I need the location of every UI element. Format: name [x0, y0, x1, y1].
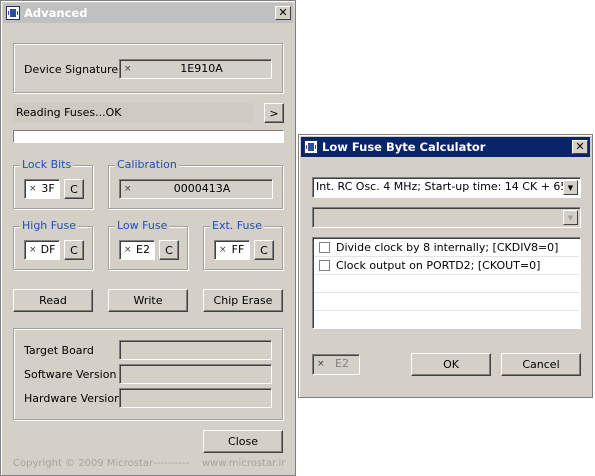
lock-bits-group: Lock Bits × 3F C: [13, 158, 93, 209]
ext-fuse-clear-button[interactable]: C: [254, 240, 274, 260]
app-icon: [304, 140, 318, 154]
footer-separator: ----------: [153, 458, 190, 469]
clock-source-select[interactable]: Int. RC Osc. 4 MHz; Start-up time: 14 CK…: [312, 177, 581, 198]
close-icon[interactable]: ✕: [572, 140, 588, 154]
go-button[interactable]: >: [264, 103, 284, 123]
checkbox-ckout[interactable]: [319, 260, 330, 271]
device-signature-label: Device Signature: [24, 63, 119, 76]
high-fuse-input[interactable]: × DF: [24, 240, 60, 260]
chip-erase-button[interactable]: Chip Erase: [203, 289, 283, 312]
list-item[interactable]: Clock output on PORTD2; [CKOUT=0]: [314, 257, 579, 275]
x-icon: ×: [124, 64, 132, 74]
options-list: Divide clock by 8 internally; [CKDIV8=0]…: [312, 237, 581, 329]
info-group: Target Board Software Version Hardware V…: [13, 328, 283, 420]
x-icon: ×: [317, 359, 325, 369]
read-button[interactable]: Read: [13, 289, 93, 312]
hardware-version-field: [119, 388, 272, 408]
calibration-label: Calibration: [115, 158, 179, 171]
x-icon: ×: [29, 184, 37, 194]
low-fuse-label: Low Fuse: [115, 219, 170, 232]
cancel-button[interactable]: Cancel: [501, 353, 581, 376]
device-signature-field: × 1E910A: [119, 59, 272, 79]
calibration-value: 0000413A: [173, 182, 231, 195]
lock-bits-value: 3F: [41, 182, 55, 195]
option-label: Divide clock by 8 internally; [CKDIV8=0]: [336, 240, 559, 254]
calibration-field: × 0000413A: [119, 179, 273, 199]
chevron-down-icon[interactable]: ▼: [563, 180, 578, 195]
result-field: × E2: [312, 354, 360, 375]
low-fuse-value: E2: [136, 243, 150, 256]
advanced-titlebar[interactable]: Advanced ✕: [3, 3, 293, 23]
low-fuse-input[interactable]: × E2: [119, 240, 155, 260]
status-text: Reading Fuses...OK: [16, 106, 122, 119]
secondary-select: ▼: [312, 207, 581, 228]
calibration-group: Calibration × 0000413A: [108, 158, 283, 209]
advanced-window: Advanced ✕ Device Signature × 1E910A Rea…: [0, 0, 296, 476]
ext-fuse-label: Ext. Fuse: [210, 219, 264, 232]
lock-bits-input[interactable]: × 3F: [24, 179, 60, 199]
checkbox-ckdiv8[interactable]: [319, 242, 330, 253]
progress-bar: [13, 130, 284, 143]
high-fuse-group: High Fuse × DF C: [13, 219, 93, 270]
high-fuse-clear-button[interactable]: C: [64, 240, 84, 260]
list-item: [314, 293, 579, 311]
write-button[interactable]: Write: [108, 289, 188, 312]
ok-button[interactable]: OK: [411, 353, 491, 376]
high-fuse-label: High Fuse: [20, 219, 78, 232]
list-item[interactable]: Divide clock by 8 internally; [CKDIV8=0]: [314, 239, 579, 257]
low-fuse-group: Low Fuse × E2 C: [108, 219, 188, 270]
ext-fuse-value: FF: [231, 243, 245, 256]
result-value: E2: [335, 357, 349, 370]
x-icon: ×: [29, 245, 37, 255]
option-label: Clock output on PORTD2; [CKOUT=0]: [336, 258, 541, 272]
footer-copyright: Copyright © 2009 Microstar: [13, 458, 154, 469]
chevron-down-icon: ▼: [563, 210, 578, 225]
x-icon: ×: [124, 184, 132, 194]
ext-fuse-group: Ext. Fuse × FF C: [203, 219, 283, 270]
high-fuse-value: DF: [40, 243, 56, 256]
x-icon: ×: [219, 245, 227, 255]
list-item: [314, 311, 579, 328]
x-icon: ×: [124, 245, 132, 255]
status-box: Reading Fuses...OK: [13, 103, 253, 123]
lock-bits-label: Lock Bits: [20, 158, 74, 171]
footer-url: www.microstar.ir: [202, 458, 286, 469]
lock-bits-clear-button[interactable]: C: [64, 179, 84, 199]
target-board-field: [119, 340, 272, 360]
clock-source-value: Int. RC Osc. 4 MHz; Start-up time: 14 CK…: [316, 180, 568, 193]
calculator-title: Low Fuse Byte Calculator: [322, 140, 486, 154]
calculator-window: Low Fuse Byte Calculator ✕ Int. RC Osc. …: [298, 134, 593, 398]
software-version-label: Software Version: [24, 368, 117, 381]
target-board-label: Target Board: [24, 344, 94, 357]
app-icon: [6, 6, 20, 20]
device-signature-value: 1E910A: [180, 62, 223, 75]
low-fuse-clear-button[interactable]: C: [159, 240, 179, 260]
advanced-title: Advanced: [24, 6, 88, 20]
close-icon[interactable]: ✕: [275, 6, 291, 20]
device-signature-group: Device Signature × 1E910A: [13, 43, 283, 93]
hardware-version-label: Hardware Version: [24, 392, 122, 405]
calculator-titlebar[interactable]: Low Fuse Byte Calculator ✕: [301, 137, 590, 157]
close-button[interactable]: Close: [203, 430, 283, 453]
list-item: [314, 275, 579, 293]
ext-fuse-input[interactable]: × FF: [214, 240, 250, 260]
software-version-field: [119, 364, 272, 384]
